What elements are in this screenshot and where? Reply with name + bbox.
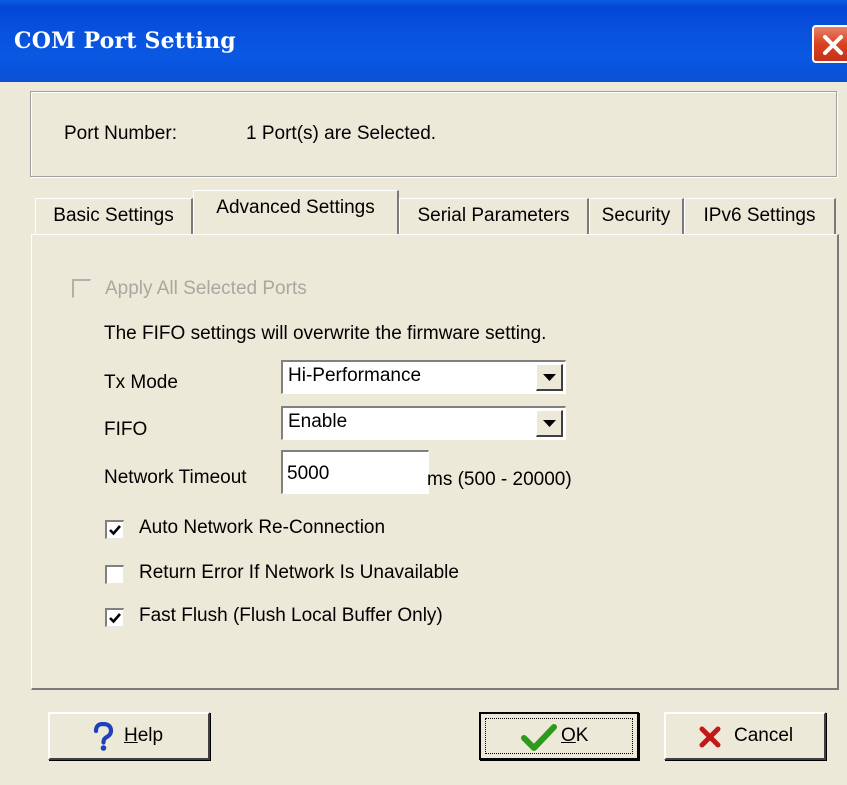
port-number-value: 1 Port(s) are Selected. xyxy=(246,123,437,144)
ok-mnemonic: O xyxy=(561,725,576,746)
tab-label: Basic Settings xyxy=(53,205,174,226)
tx-mode-label: Tx Mode xyxy=(104,372,178,393)
cancel-button[interactable]: Cancel xyxy=(664,712,826,760)
question-mark-icon xyxy=(93,722,114,751)
cancel-x-icon xyxy=(699,726,721,748)
auto-reconnect-label: Auto Network Re-Connection xyxy=(139,517,386,538)
tx-mode-value: Hi-Performance xyxy=(288,365,422,386)
help-button[interactable]: Help xyxy=(48,712,210,760)
chevron-down-icon xyxy=(543,420,556,427)
tab-label: Security xyxy=(601,205,671,226)
checkmark-icon xyxy=(109,613,121,624)
auto-reconnect-checkbox[interactable] xyxy=(105,520,124,539)
checkmark-icon xyxy=(521,724,557,751)
network-timeout-label: Network Timeout xyxy=(104,467,247,488)
fifo-dropdown-button[interactable] xyxy=(536,410,563,437)
chevron-down-icon xyxy=(543,374,556,381)
tab-serial-parameters[interactable]: Serial Parameters xyxy=(399,198,589,234)
fifo-select[interactable]: Enable xyxy=(281,406,566,440)
tab-label: IPv6 Settings xyxy=(703,205,816,226)
tab-advanced-settings[interactable]: Advanced Settings xyxy=(193,190,399,234)
help-mnemonic: H xyxy=(124,725,138,746)
tab-security[interactable]: Security xyxy=(589,198,684,234)
ok-label: OK xyxy=(561,725,588,747)
tx-mode-select[interactable]: Hi-Performance xyxy=(281,360,566,394)
title-bar[interactable]: COM Port Setting xyxy=(0,0,847,82)
ok-button[interactable]: OK xyxy=(479,712,639,760)
close-icon xyxy=(823,35,843,55)
close-button[interactable] xyxy=(812,25,847,63)
checkmark-icon xyxy=(109,525,121,536)
window-title: COM Port Setting xyxy=(14,28,236,54)
network-timeout-input[interactable] xyxy=(281,450,429,494)
tab-label: Advanced Settings xyxy=(216,197,375,218)
ok-label-rest: K xyxy=(575,725,589,746)
return-error-label: Return Error If Network Is Unavailable xyxy=(139,562,459,583)
focus-rectangle xyxy=(485,718,633,754)
network-timeout-range: ms (500 - 20000) xyxy=(427,469,572,490)
apply-all-checkbox[interactable] xyxy=(72,279,91,298)
fast-flush-checkbox[interactable] xyxy=(105,608,124,627)
tab-ipv6-settings[interactable]: IPv6 Settings xyxy=(684,198,836,234)
port-number-label: Port Number: xyxy=(64,123,177,144)
help-label-rest: elp xyxy=(137,725,164,746)
help-label: Help xyxy=(124,725,163,747)
return-error-checkbox[interactable] xyxy=(105,565,124,584)
com-port-setting-dialog: COM Port Setting Port Number: 1 Port(s) … xyxy=(0,0,847,785)
cancel-label: Cancel xyxy=(734,725,794,746)
fifo-note: The FIFO settings will overwrite the fir… xyxy=(104,323,547,344)
fifo-value: Enable xyxy=(288,411,348,432)
tx-mode-dropdown-button[interactable] xyxy=(536,364,563,391)
fifo-label: FIFO xyxy=(104,419,148,440)
tab-basic-settings[interactable]: Basic Settings xyxy=(35,198,193,234)
tab-label: Serial Parameters xyxy=(417,205,570,226)
fast-flush-label: Fast Flush (Flush Local Buffer Only) xyxy=(139,605,443,626)
apply-all-label: Apply All Selected Ports xyxy=(105,278,307,299)
